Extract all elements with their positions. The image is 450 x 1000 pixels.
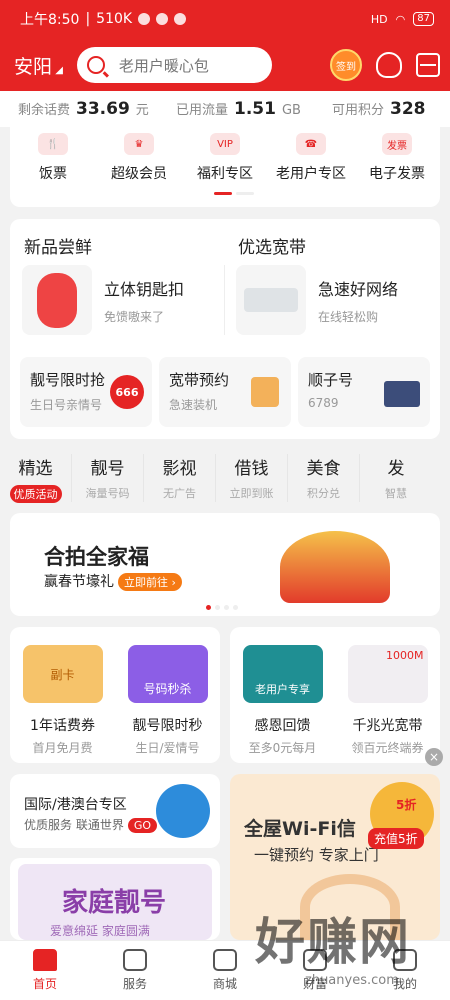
quick-entry-card: 🍴 饭票 ♛ 超级会员 VIP 福利专区 ☎ 老用户专区 发票 电子发票 xyxy=(10,127,440,207)
number-flash-image: 号码秒杀 xyxy=(127,645,208,703)
family-number-card[interactable]: 家庭靓号 爱意绵延 家庭圆满 xyxy=(10,858,220,940)
camera-gift-image xyxy=(280,531,390,603)
promo-gigabit[interactable]: 1000M 千兆光宽带 领百元终端券 xyxy=(340,645,436,763)
banner-subtitle: 赢春节壕礼 立即前往 › xyxy=(44,571,182,591)
stat-balance[interactable]: 剩余话费 33.69 元 xyxy=(18,99,149,119)
top-bar: 安阳 ◢ 老用户暖心包 签到 xyxy=(14,46,440,84)
router-1000m-image: 1000M xyxy=(347,645,428,703)
close-icon[interactable]: × xyxy=(425,748,443,766)
headset-icon[interactable] xyxy=(376,52,402,78)
search-icon xyxy=(86,56,105,74)
card-broadband-booking[interactable]: 宽带预约 急速装机 xyxy=(159,357,291,427)
wifi-icon: ◠ xyxy=(395,12,406,26)
status-speed: 510K xyxy=(96,11,133,27)
banner-cta[interactable]: 立即前往 › xyxy=(118,573,182,591)
search-placeholder: 老用户暖心包 xyxy=(118,56,209,75)
card-lucky-number[interactable]: 靓号限时抢 生日号亲情号 666 xyxy=(20,357,152,427)
sim-card-image: 副卡 xyxy=(22,645,103,703)
search-input[interactable]: 老用户暖心包 xyxy=(76,47,272,83)
quick-item-old-user[interactable]: ☎ 老用户专区 xyxy=(269,133,353,183)
status-time: 上午8:50 xyxy=(20,12,80,28)
vip-bag-icon: VIP xyxy=(210,133,240,155)
quick-item-invoice[interactable]: 发票 电子发票 xyxy=(355,133,439,183)
home-icon xyxy=(33,949,57,971)
tab-food[interactable]: 美食 积分兑 xyxy=(288,454,360,502)
router-image xyxy=(236,265,306,335)
status-bar: 上午8:50 | 510K HD ◠ 87 xyxy=(20,8,434,30)
promo-grid: 副卡 1年话费券 首月免月费 号码秒杀 靓号限时秒 生日/爱情号 老用户专享 感恩回馈 至多… xyxy=(10,627,440,763)
category-tabs: 精选 优质活动 靓号 海量号码 影视 无广告 借钱 立即到账 美食 积分兑 发智慧 xyxy=(0,452,450,503)
bag-icon xyxy=(213,949,237,971)
quick-pager xyxy=(214,192,254,195)
alarm-icon xyxy=(138,13,151,25)
promo-number-flash[interactable]: 号码秒杀 靓号限时秒 生日/爱情号 xyxy=(120,645,216,763)
city-selector[interactable]: 安阳 ◢ xyxy=(14,52,63,79)
invoice-icon: 发票 xyxy=(382,133,412,155)
intl-title: 国际/港澳台专区 xyxy=(24,797,127,813)
tab-more[interactable]: 发智慧 xyxy=(360,454,432,502)
crown-icon: ♛ xyxy=(124,133,154,155)
coupon-top: 5折 xyxy=(396,798,417,812)
card-sequence-number[interactable]: 顺子号 6789 xyxy=(298,357,430,427)
watermark: 好赚网 xyxy=(255,913,411,971)
new-product[interactable]: 立体钥匙扣 免馈嗷来了 xyxy=(22,265,184,335)
scan-icon[interactable] xyxy=(416,53,440,77)
intl-go-button[interactable]: GO xyxy=(127,818,158,833)
intl-zone-card[interactable]: 国际/港澳台专区 优质服务 联通世界 GO xyxy=(10,774,220,848)
notification-icon-2 xyxy=(174,13,187,25)
products-card: 新品尝鲜 立体钥匙扣 免馈嗷来了 优选宽带 急速好网络 在线轻松购 靓号限时抢 生日号… xyxy=(10,219,440,439)
broadband-section-title: 优选宽带 xyxy=(238,238,306,258)
header: 上午8:50 | 510K HD ◠ 87 安阳 ◢ 老用户暖心包 签到 xyxy=(0,0,450,91)
stat-data[interactable]: 已用流量 1.51 GB xyxy=(176,99,301,119)
house-icon xyxy=(251,377,279,407)
intl-sub: 优质服务 联通世界 GO xyxy=(24,816,158,833)
account-stats: 剩余话费 33.69 元 已用流量 1.51 GB 可用积分 328 xyxy=(0,91,450,127)
promo-gratitude[interactable]: 老用户专享 感恩回馈 至多0元每月 xyxy=(235,645,331,763)
broadband-product[interactable]: 急速好网络 在线轻松购 xyxy=(236,265,398,335)
fork-knife-icon: 🍴 xyxy=(38,133,68,155)
new-section-title: 新品尝鲜 xyxy=(24,238,92,258)
grid-icon xyxy=(123,949,147,971)
wifi-title: 全屋Wi-Fi信 xyxy=(244,818,356,840)
wifi-sub: 一键预约 专家上门 xyxy=(254,846,379,864)
signal-icon: HD xyxy=(370,12,388,26)
quick-item-welfare[interactable]: VIP 福利专区 xyxy=(183,133,267,183)
coupon-label: 充值5折 xyxy=(368,828,424,849)
family-sub: 爱意绵延 家庭圆满 xyxy=(50,924,150,938)
tab-video[interactable]: 影视 无广告 xyxy=(144,454,216,502)
banner-pager xyxy=(206,605,238,610)
watermark-url: zhuanyes.com xyxy=(305,973,399,988)
globe-plane-icon xyxy=(156,784,210,838)
banner-title: 合拍全家福 xyxy=(44,545,149,569)
envelope-icon xyxy=(384,381,420,407)
tab-loan[interactable]: 借钱 立即到账 xyxy=(216,454,288,502)
signin-button[interactable]: 签到 xyxy=(330,49,362,81)
tab-featured[interactable]: 精选 优质活动 xyxy=(0,454,72,503)
phone-icon: ☎ xyxy=(296,133,326,155)
notification-icon xyxy=(156,13,169,25)
quick-item-vip[interactable]: ♛ 超级会员 xyxy=(97,133,181,183)
quick-item-meal[interactable]: 🍴 饭票 xyxy=(11,133,95,183)
tab-lucky-number[interactable]: 靓号 海量号码 xyxy=(72,454,144,502)
nav-service[interactable]: 服务 xyxy=(90,941,180,1000)
stat-points[interactable]: 可用积分 328 xyxy=(332,99,426,119)
battery-icon: 87 xyxy=(413,12,434,26)
old-user-image: 老用户专享 xyxy=(242,645,323,703)
nav-home[interactable]: 首页 xyxy=(0,941,90,1000)
family-title: 家庭靓号 xyxy=(62,888,167,918)
keychain-image xyxy=(22,265,92,335)
family-photo-banner[interactable]: 合拍全家福 赢春节壕礼 立即前往 › xyxy=(10,513,440,616)
badge-666: 666 xyxy=(110,375,144,409)
promo-phone-bill[interactable]: 副卡 1年话费券 首月免月费 xyxy=(15,645,111,763)
